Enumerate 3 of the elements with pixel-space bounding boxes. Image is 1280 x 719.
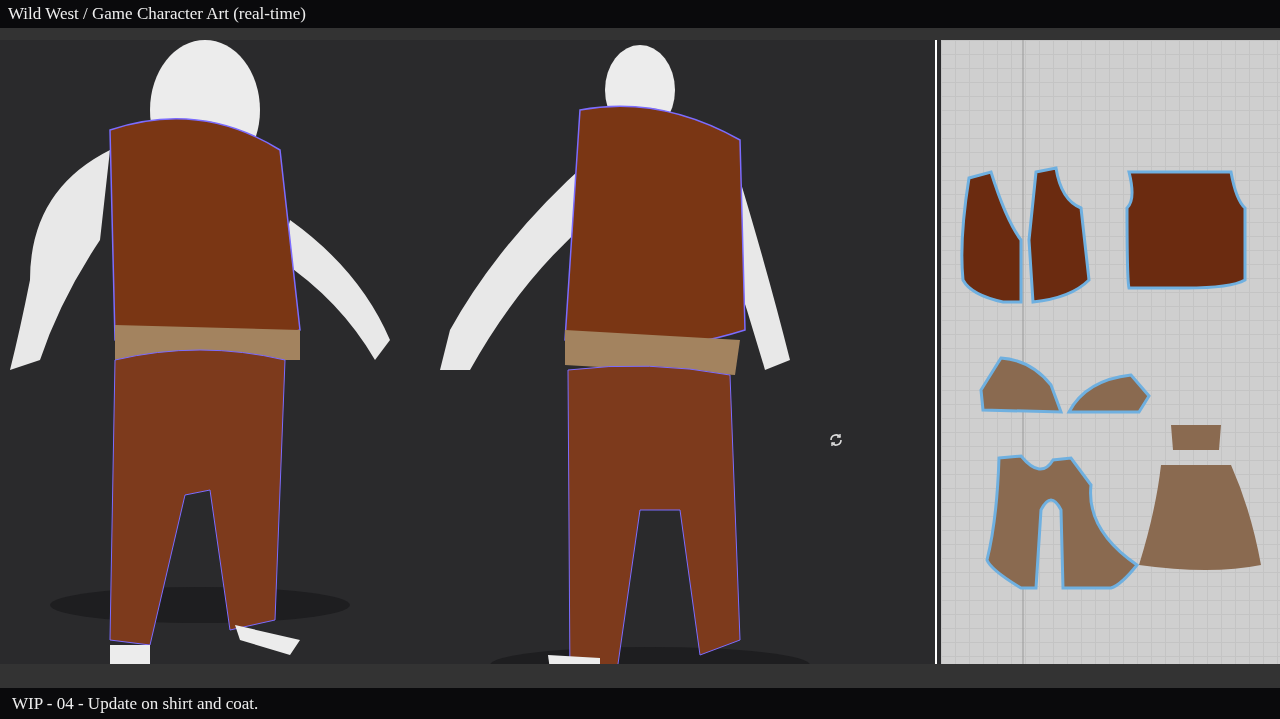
caption-text: WIP - 04 - Update on shirt and coat. <box>12 693 259 714</box>
rotate-icon[interactable] <box>828 432 844 448</box>
page-title: Wild West / Game Character Art (real-time) <box>8 4 306 24</box>
